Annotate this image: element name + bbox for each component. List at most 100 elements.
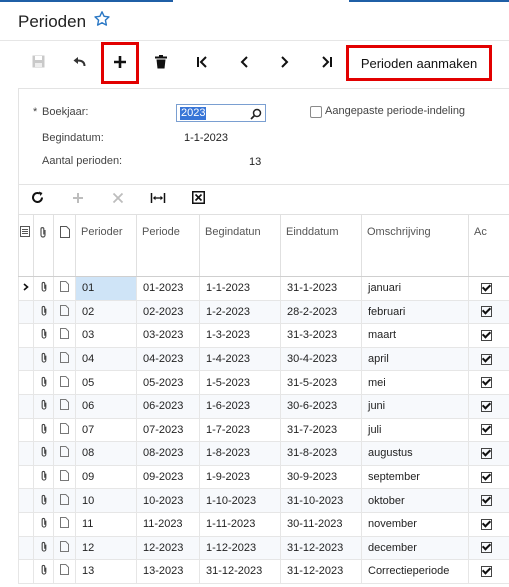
- row-selector-header[interactable]: [18, 214, 34, 277]
- row-note[interactable]: [53, 347, 76, 372]
- row-attachment[interactable]: [33, 488, 54, 513]
- cell-einddatum[interactable]: 31-3-2023: [280, 323, 362, 348]
- row-selector[interactable]: [18, 418, 34, 443]
- row-selector[interactable]: [18, 370, 34, 395]
- row-selector[interactable]: [18, 441, 34, 466]
- checkbox-icon[interactable]: [481, 306, 492, 318]
- row-note[interactable]: [53, 441, 76, 466]
- cell-actief[interactable]: [468, 347, 509, 372]
- cell-begindatum[interactable]: 1-5-2023: [199, 370, 281, 395]
- cell-periode[interactable]: 03-2023: [136, 323, 200, 348]
- cell-periodenr[interactable]: 11: [75, 512, 137, 537]
- table-row[interactable]: 11 11-2023 1-11-2023 30-11-2023 november: [18, 512, 509, 537]
- cell-periode[interactable]: 05-2023: [136, 370, 200, 395]
- row-note[interactable]: [53, 512, 76, 537]
- table-row[interactable]: 02 02-2023 1-2-2023 28-2-2023 februari: [18, 300, 509, 325]
- star-icon[interactable]: [93, 10, 111, 33]
- cell-begindatum[interactable]: 1-11-2023: [199, 512, 281, 537]
- cell-einddatum[interactable]: 30-9-2023: [280, 465, 362, 490]
- refresh-button[interactable]: [24, 185, 50, 215]
- col-header-periode[interactable]: Periode: [136, 214, 200, 277]
- cell-omschrijving[interactable]: november: [361, 512, 469, 537]
- row-selector[interactable]: [18, 394, 34, 419]
- row-note[interactable]: [53, 488, 76, 513]
- last-record-button[interactable]: [308, 41, 344, 87]
- table-row[interactable]: 01 01-2023 1-1-2023 31-1-2023 januari: [18, 276, 509, 301]
- row-note[interactable]: [53, 559, 76, 584]
- cell-omschrijving[interactable]: mei: [361, 370, 469, 395]
- cell-omschrijving[interactable]: augustus: [361, 441, 469, 466]
- export-excel-button[interactable]: [185, 185, 211, 215]
- cell-periodenr[interactable]: 10: [75, 488, 137, 513]
- cell-periodenr[interactable]: 03: [75, 323, 137, 348]
- row-note[interactable]: [53, 323, 76, 348]
- table-row[interactable]: 08 08-2023 1-8-2023 31-8-2023 augustus: [18, 441, 509, 466]
- checkbox-icon[interactable]: [481, 566, 492, 578]
- cell-periode[interactable]: 02-2023: [136, 300, 200, 325]
- cell-periode[interactable]: 06-2023: [136, 394, 200, 419]
- create-periods-button[interactable]: Perioden aanmaken: [353, 51, 485, 75]
- table-row[interactable]: 06 06-2023 1-6-2023 30-6-2023 juni: [18, 394, 509, 419]
- cell-actief[interactable]: [468, 536, 509, 561]
- cell-begindatum[interactable]: 1-12-2023: [199, 536, 281, 561]
- cell-periodenr[interactable]: 09: [75, 465, 137, 490]
- checkbox-icon[interactable]: [481, 448, 492, 460]
- checkbox-icon[interactable]: [481, 282, 492, 294]
- grid-add-button[interactable]: [65, 185, 91, 215]
- row-attachment[interactable]: [33, 394, 54, 419]
- cell-einddatum[interactable]: 31-5-2023: [280, 370, 362, 395]
- cell-actief[interactable]: [468, 276, 509, 301]
- table-row[interactable]: 07 07-2023 1-7-2023 31-7-2023 juli: [18, 418, 509, 443]
- previous-record-button[interactable]: [226, 41, 262, 87]
- cell-omschrijving[interactable]: oktober: [361, 488, 469, 513]
- row-attachment[interactable]: [33, 276, 54, 301]
- cell-actief[interactable]: [468, 441, 509, 466]
- row-selector[interactable]: [18, 488, 34, 513]
- checkbox-icon[interactable]: [481, 377, 492, 389]
- col-header-omschrijving[interactable]: Omschrijving: [361, 214, 469, 277]
- row-note[interactable]: [53, 394, 76, 419]
- cell-begindatum[interactable]: 1-8-2023: [199, 441, 281, 466]
- cell-omschrijving[interactable]: januari: [361, 276, 469, 301]
- checkbox-icon[interactable]: [481, 495, 492, 507]
- cell-einddatum[interactable]: 30-4-2023: [280, 347, 362, 372]
- cell-periode[interactable]: 12-2023: [136, 536, 200, 561]
- cell-omschrijving[interactable]: juli: [361, 418, 469, 443]
- cell-einddatum[interactable]: 30-11-2023: [280, 512, 362, 537]
- cell-begindatum[interactable]: 1-2-2023: [199, 300, 281, 325]
- cell-omschrijving[interactable]: juni: [361, 394, 469, 419]
- custom-periods-checkbox[interactable]: [310, 106, 322, 118]
- add-button[interactable]: [102, 41, 138, 87]
- cell-actief[interactable]: [468, 559, 509, 584]
- col-header-actief[interactable]: Ac: [468, 214, 509, 277]
- table-row[interactable]: 13 13-2023 31-12-2023 31-12-2023 Correctiepe…: [18, 559, 509, 584]
- cell-periodenr[interactable]: 02: [75, 300, 137, 325]
- cell-actief[interactable]: [468, 512, 509, 537]
- cell-actief[interactable]: [468, 300, 509, 325]
- cell-omschrijving[interactable]: december: [361, 536, 469, 561]
- table-row[interactable]: 09 09-2023 1-9-2023 30-9-2023 september: [18, 465, 509, 490]
- row-note[interactable]: [53, 300, 76, 325]
- boekjaar-selector[interactable]: 2023: [176, 104, 266, 122]
- checkbox-icon[interactable]: [481, 542, 492, 554]
- table-row[interactable]: 04 04-2023 1-4-2023 30-4-2023 april: [18, 347, 509, 372]
- row-note[interactable]: [53, 370, 76, 395]
- cell-periode[interactable]: 07-2023: [136, 418, 200, 443]
- cell-periodenr[interactable]: 05: [75, 370, 137, 395]
- row-attachment[interactable]: [33, 465, 54, 490]
- checkbox-icon[interactable]: [481, 400, 492, 412]
- cell-einddatum[interactable]: 31-12-2023: [280, 536, 362, 561]
- cell-omschrijving[interactable]: februari: [361, 300, 469, 325]
- table-row[interactable]: 10 10-2023 1-10-2023 31-10-2023 oktober: [18, 488, 509, 513]
- table-row[interactable]: 05 05-2023 1-5-2023 31-5-2023 mei: [18, 370, 509, 395]
- checkbox-icon[interactable]: [481, 330, 492, 342]
- cell-periode[interactable]: 01-2023: [136, 276, 200, 301]
- cell-periodenr[interactable]: 08: [75, 441, 137, 466]
- cell-begindatum[interactable]: 1-4-2023: [199, 347, 281, 372]
- cell-omschrijving[interactable]: april: [361, 347, 469, 372]
- row-attachment[interactable]: [33, 418, 54, 443]
- cell-periodenr[interactable]: 01: [75, 276, 137, 301]
- checkbox-icon[interactable]: [481, 518, 492, 530]
- cell-actief[interactable]: [468, 323, 509, 348]
- table-row[interactable]: 12 12-2023 1-12-2023 31-12-2023 december: [18, 536, 509, 561]
